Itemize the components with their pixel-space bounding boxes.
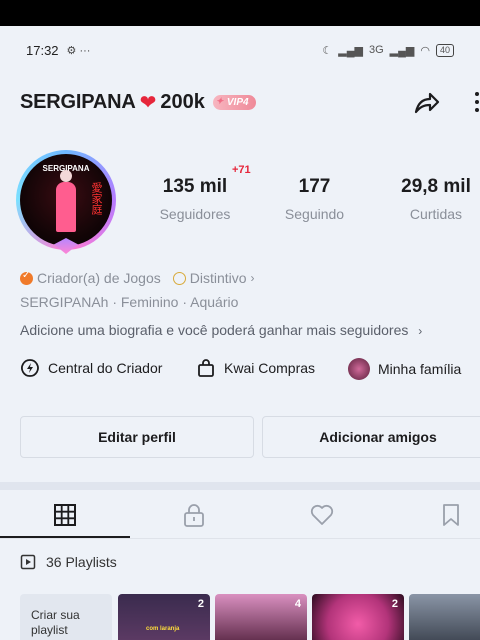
follower-tag: 200k [160,90,205,113]
stat-label: Seguindo [284,206,345,222]
battery-icon: 40 [435,43,454,57]
more-icon[interactable] [474,90,480,114]
app-screen: 17:32 ⚙ ··· ☾ ▂▄▆ 3G ▂▄▆ ◠ 40 SERGIPANA … [0,26,480,640]
heart-icon: ❤ [139,91,157,114]
create-playlist-button[interactable]: Criar sua playlist [20,594,112,640]
playlists-header[interactable]: 36 Playlists [20,554,117,570]
profile-tabs [0,490,480,540]
wifi-icon: ◠ [420,44,430,57]
stat-label: Curtidas [409,206,463,222]
playlist-strip: Criar sua playlist 2 com laranja 4 2 [20,594,480,640]
edit-profile-button[interactable]: Editar perfil [20,416,254,458]
shortcut-label: Minha família [378,361,462,377]
bookmark-icon[interactable] [438,502,464,528]
shortcut-creator-center[interactable]: Central do Criador [20,358,162,378]
profile-stats: 135 mil Seguidores 177 Seguindo 29,8 mil… [150,176,480,236]
username: SERGIPANA [20,90,136,113]
playlist-count: 2 [197,598,204,610]
lock-icon[interactable] [181,502,207,528]
profile-info: SERGIPANAh · Feminino · Aquário [20,294,239,310]
new-followers-badge: +71 [232,164,251,176]
avatar[interactable]: SERGIPANA 愛家庭 [16,150,116,254]
stat-following[interactable]: 177 Seguindo [272,176,357,222]
avatar-ring: SERGIPANA 愛家庭 [16,150,116,250]
network-label: 3G [368,44,384,56]
playlist-count: 4 [294,598,301,610]
moon-icon: ☾ [322,44,333,57]
shortcut-kwai-compras[interactable]: Kwai Compras [196,358,315,378]
family-avatar [348,358,370,380]
status-time: 17:32 [26,42,59,58]
signal-icon: ▂▄▆ [338,44,363,57]
playlist-caption: com laranja [146,626,180,632]
stat-value: 177 [298,176,331,197]
share-icon[interactable] [410,86,442,118]
shopping-bag-icon [198,359,214,377]
stat-likes[interactable]: 29,8 mil Curtidas [390,176,480,222]
section-divider [0,482,480,490]
distinct-tag[interactable]: Distintivo [190,270,247,286]
playlist-icon [20,554,36,570]
bio-prompt-text: Adicione uma biografia e você poderá gan… [20,322,409,338]
playlist-count: 2 [391,598,398,610]
playlist-thumb[interactable]: 2 com laranja [118,594,210,640]
playlist-thumb[interactable]: 2 [312,594,404,640]
stat-followers[interactable]: 135 mil Seguidores [150,176,240,222]
playlist-thumb[interactable] [409,594,480,640]
shortcut-row: Central do Criador Kwai Compras Minha fa… [20,358,480,384]
stat-value: 29,8 mil [401,176,471,197]
vip-badge[interactable]: VIP4 [212,94,256,110]
stat-value: 135 mil [162,176,228,197]
chevron-right-icon: › [418,324,423,338]
avatar-glyph: 愛家庭 [90,182,102,215]
creator-badge-icon [20,270,33,285]
signal-icon-2: ▂▄▆ [389,44,415,57]
shortcut-label: Kwai Compras [224,360,316,376]
avatar-figure [56,170,76,232]
avatar-image: SERGIPANA 愛家庭 [20,154,112,246]
creator-tag[interactable]: Criador(a) de Jogos [37,270,161,286]
bio-prompt[interactable]: Adicione uma biografia e você poderá gan… [20,322,422,338]
status-icons: ⚙ ··· [66,44,91,57]
playlist-thumb[interactable]: 4 [215,594,307,640]
profile-tags: Criador(a) de Jogos Distintivo › [20,270,255,286]
shortcut-minha-familia[interactable]: Minha família [348,358,461,380]
shortcut-label: Central do Criador [48,360,163,376]
playlists-count: 36 Playlists [46,554,117,570]
stat-label: Seguidores [159,206,231,222]
chevron-right-icon: › [250,271,255,285]
grid-icon[interactable] [52,502,78,528]
heart-icon[interactable] [309,502,335,528]
status-right: ☾ ▂▄▆ 3G ▂▄▆ ◠ 40 [322,43,454,57]
tabs-divider [0,538,480,539]
add-friends-button[interactable]: Adicionar amigos [262,416,480,458]
status-bar: 17:32 ⚙ ··· ☾ ▂▄▆ 3G ▂▄▆ ◠ 40 [0,26,480,74]
profile-header: SERGIPANA ❤ 200k VIP4 [20,84,480,120]
creator-center-icon [21,359,39,377]
distinct-badge-icon [172,271,186,285]
